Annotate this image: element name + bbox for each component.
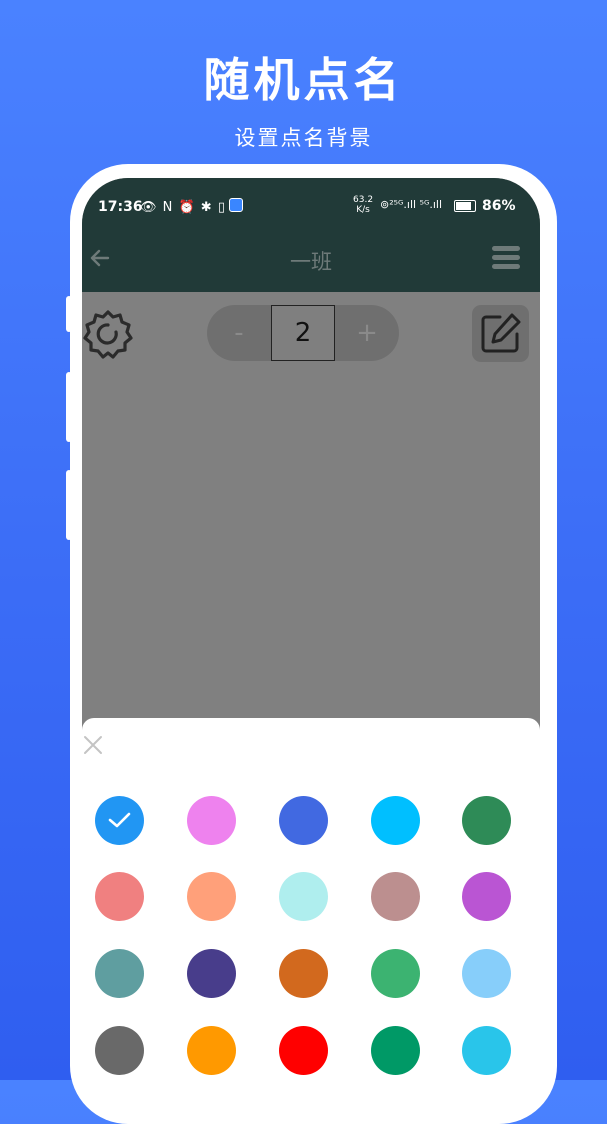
phone-side-button xyxy=(551,395,557,513)
gear-icon xyxy=(83,310,133,359)
increment-button[interactable]: + xyxy=(335,305,399,361)
status-icon-row: 👁 N ⏰ ✱ ▯ xyxy=(140,200,226,215)
settings-button[interactable] xyxy=(82,308,134,360)
battery-percent: 86% xyxy=(482,198,516,214)
color-swatch[interactable] xyxy=(462,872,511,921)
network-speed: 63.2 K/s xyxy=(353,195,373,215)
color-swatch[interactable] xyxy=(279,1026,328,1075)
phone-side-button xyxy=(66,296,72,332)
color-swatch[interactable] xyxy=(95,949,144,998)
color-swatch[interactable] xyxy=(462,796,511,845)
edit-button[interactable] xyxy=(472,305,529,362)
status-icons: 👁 N ⏰ ✱ ▯ xyxy=(140,198,243,215)
color-swatch[interactable] xyxy=(279,872,328,921)
color-swatch[interactable] xyxy=(187,872,236,921)
battery-icon xyxy=(454,200,476,212)
signal-icons: ⊚²⁵ᴳ.ıll ⁵ᴳ.ıll xyxy=(380,198,443,211)
app-notification-icon xyxy=(229,198,243,212)
decrement-button[interactable]: - xyxy=(207,305,271,361)
close-button[interactable] xyxy=(82,734,104,756)
close-icon xyxy=(84,736,102,754)
quantity-stepper: - 2 + xyxy=(207,305,399,361)
edit-icon xyxy=(481,313,521,353)
color-picker-sheet xyxy=(82,718,540,1098)
hamburger-menu-icon[interactable] xyxy=(492,246,520,272)
color-swatch[interactable] xyxy=(371,872,420,921)
color-swatch[interactable] xyxy=(95,872,144,921)
color-swatch[interactable] xyxy=(95,1026,144,1075)
color-swatch[interactable] xyxy=(371,796,420,845)
phone-side-button xyxy=(66,470,72,540)
check-icon xyxy=(108,812,131,828)
battery-fill xyxy=(456,202,472,210)
promo-title: 随机点名 xyxy=(203,53,404,107)
phone-screen: 17:36 👁 N ⏰ ✱ ▯ 63.2 K/s ⊚²⁵ᴳ.ıll ⁵ᴳ.ıll… xyxy=(82,178,540,1098)
color-swatch[interactable] xyxy=(371,949,420,998)
color-swatch[interactable] xyxy=(279,796,328,845)
phone-side-button xyxy=(66,372,72,442)
quantity-value[interactable]: 2 xyxy=(271,305,335,361)
color-swatch[interactable] xyxy=(95,796,144,845)
color-swatch[interactable] xyxy=(187,949,236,998)
color-swatch[interactable] xyxy=(462,1026,511,1075)
page-title: 一班 xyxy=(290,250,332,274)
network-speed-unit: K/s xyxy=(356,205,370,215)
color-swatch[interactable] xyxy=(371,1026,420,1075)
status-time: 17:36 xyxy=(98,199,143,215)
color-swatch[interactable] xyxy=(187,1026,236,1075)
color-swatch[interactable] xyxy=(187,796,236,845)
promo-subtitle: 设置点名背景 xyxy=(234,126,373,150)
color-swatch[interactable] xyxy=(279,949,328,998)
app-bar: 一班 xyxy=(82,226,540,292)
network-speed-value: 63.2 xyxy=(353,195,374,205)
color-swatch[interactable] xyxy=(462,949,511,998)
status-bar: 17:36 👁 N ⏰ ✱ ▯ 63.2 K/s ⊚²⁵ᴳ.ıll ⁵ᴳ.ıll… xyxy=(82,178,540,226)
